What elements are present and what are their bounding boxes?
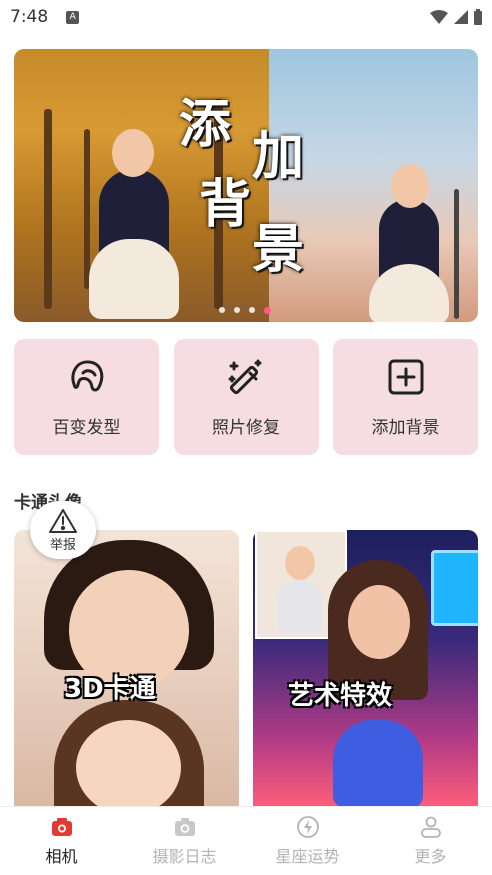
bottom-nav: 相机 摄影日志 星座运势 更多 (0, 806, 492, 875)
nav-horoscope-label: 星座运势 (275, 847, 340, 866)
camera-log-icon (174, 818, 195, 836)
nav-camera-log[interactable]: 摄影日志 (123, 815, 246, 867)
user-icon (420, 816, 441, 838)
quick-actions: 百变发型 照片修复 添加背景 (14, 339, 478, 455)
photo-repair-button[interactable]: 照片修复 (173, 339, 319, 455)
carousel-dot-active[interactable] (264, 307, 271, 314)
carousel-dot[interactable] (249, 307, 255, 313)
report-button[interactable]: 举报 (30, 501, 96, 559)
hair-style-icon (70, 359, 103, 391)
art-effect-card[interactable]: 艺术特效 (253, 530, 478, 808)
nav-more[interactable]: 更多 (369, 815, 492, 867)
nav-camera[interactable]: 相机 (0, 815, 123, 867)
report-label: 举报 (49, 537, 76, 553)
magic-wand-icon (228, 359, 262, 394)
cartoon-3d-label: 3D卡通 (64, 674, 156, 704)
lightning-icon (296, 816, 319, 838)
banner-title-char-4: 景 (252, 220, 305, 280)
banner-title-char-3: 背 (199, 175, 252, 235)
art-effect-label: 艺术特效 (288, 681, 393, 711)
banner-title-char-2: 加 (252, 127, 305, 187)
status-bar: 7:48 A (0, 0, 492, 34)
carousel-indicator (219, 307, 271, 314)
photo-repair-label: 照片修复 (212, 417, 280, 438)
banner-carousel[interactable]: 添 加 背 景 (14, 49, 478, 322)
add-square-icon (388, 359, 423, 394)
battery-icon (474, 9, 482, 25)
banner-title-char-1: 添 (179, 95, 232, 155)
cartoon-3d-card[interactable]: 3D卡通 (14, 530, 239, 808)
notification-icon: A (66, 10, 80, 24)
add-background-button[interactable]: 添加背景 (333, 339, 478, 455)
add-background-label: 添加背景 (371, 417, 440, 438)
nav-camera-log-label: 摄影日志 (152, 847, 217, 866)
carousel-dot[interactable] (219, 307, 225, 313)
nav-more-label: 更多 (414, 847, 447, 866)
nav-camera-label: 相机 (45, 847, 78, 866)
signal-icon (454, 10, 468, 24)
feature-cards: 3D卡通 艺术特效 (14, 530, 478, 808)
wifi-icon (430, 10, 448, 24)
carousel-dot[interactable] (234, 307, 240, 313)
hair-style-button[interactable]: 百变发型 (14, 339, 159, 455)
warning-icon (49, 508, 77, 533)
camera-icon (51, 818, 72, 836)
nav-horoscope[interactable]: 星座运势 (246, 815, 369, 867)
status-time: 7:48 (10, 7, 49, 27)
hair-style-label: 百变发型 (52, 417, 121, 438)
